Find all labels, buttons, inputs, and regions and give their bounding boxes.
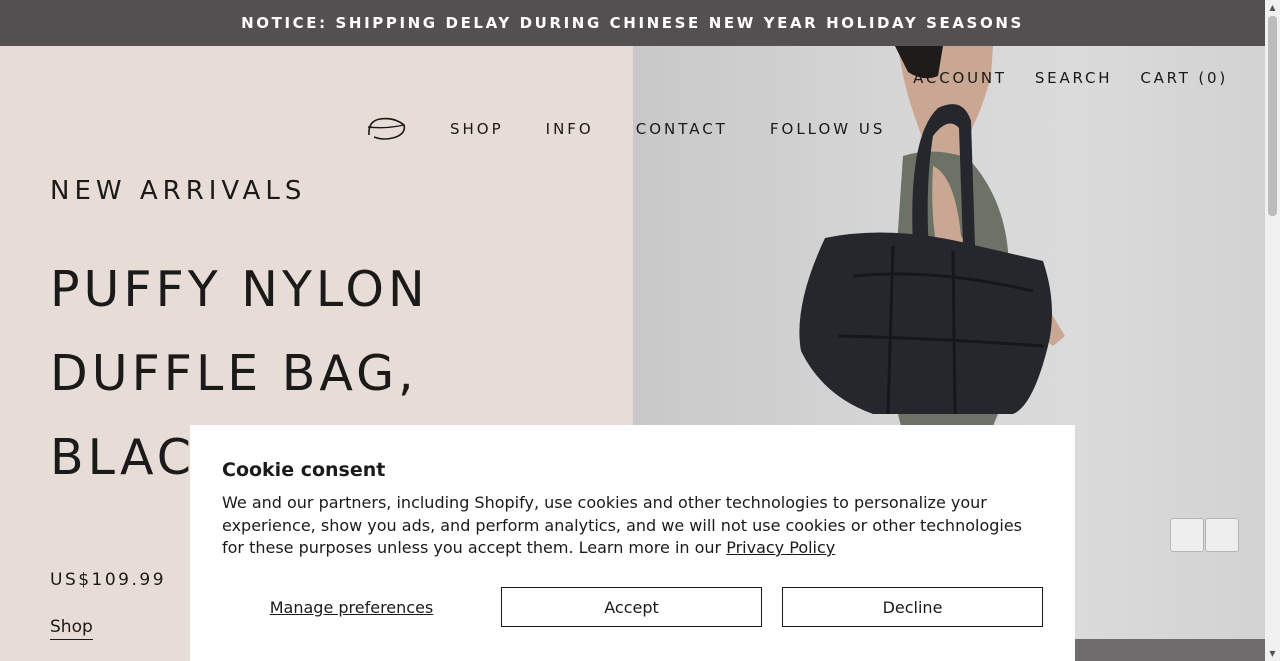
accept-button[interactable]: Accept (501, 587, 762, 627)
title-line: PUFFY NYLON (50, 261, 429, 318)
section-kicker: NEW ARRIVALS (50, 176, 307, 206)
notice-bar: NOTICE: SHIPPING DELAY DURING CHINESE NE… (0, 0, 1265, 46)
leaf-logo-icon[interactable] (366, 115, 408, 143)
nav-info[interactable]: INFO (546, 120, 594, 138)
scroll-thumb[interactable] (1268, 16, 1277, 216)
nav-follow-us[interactable]: FOLLOW US (770, 120, 886, 138)
privacy-policy-link[interactable]: Privacy Policy (726, 538, 835, 557)
scrollbar[interactable]: ▲ ▼ (1265, 0, 1280, 661)
cookie-consent-dialog: Cookie consent We and our partners, incl… (190, 425, 1075, 661)
utility-nav: ACCOUNT SEARCH CART (0) (913, 69, 1228, 87)
product-price: US$109.99 (50, 570, 167, 590)
cookie-description: We and our partners, including Shopify, … (222, 492, 1042, 560)
cookie-body-text: We and our partners, including Shopify, … (222, 493, 1023, 557)
title-line: DUFFLE BAG, (50, 345, 418, 402)
account-link[interactable]: ACCOUNT (913, 69, 1007, 87)
manage-preferences-button[interactable]: Manage preferences (222, 587, 481, 627)
search-link[interactable]: SEARCH (1035, 69, 1113, 87)
scroll-up-icon[interactable]: ▲ (1265, 0, 1280, 15)
cart-link[interactable]: CART (0) (1140, 69, 1228, 87)
cookie-actions: Manage preferences Accept Decline (222, 587, 1043, 627)
notice-text: NOTICE: SHIPPING DELAY DURING CHINESE NE… (241, 14, 1024, 32)
nav-shop[interactable]: SHOP (450, 120, 504, 138)
main-nav: SHOP INFO CONTACT FOLLOW US (366, 115, 885, 143)
decline-button[interactable]: Decline (782, 587, 1043, 627)
nav-contact[interactable]: CONTACT (636, 120, 728, 138)
scroll-down-icon[interactable]: ▼ (1265, 646, 1280, 661)
cookie-title: Cookie consent (222, 459, 386, 481)
shop-link[interactable]: Shop (50, 617, 93, 640)
